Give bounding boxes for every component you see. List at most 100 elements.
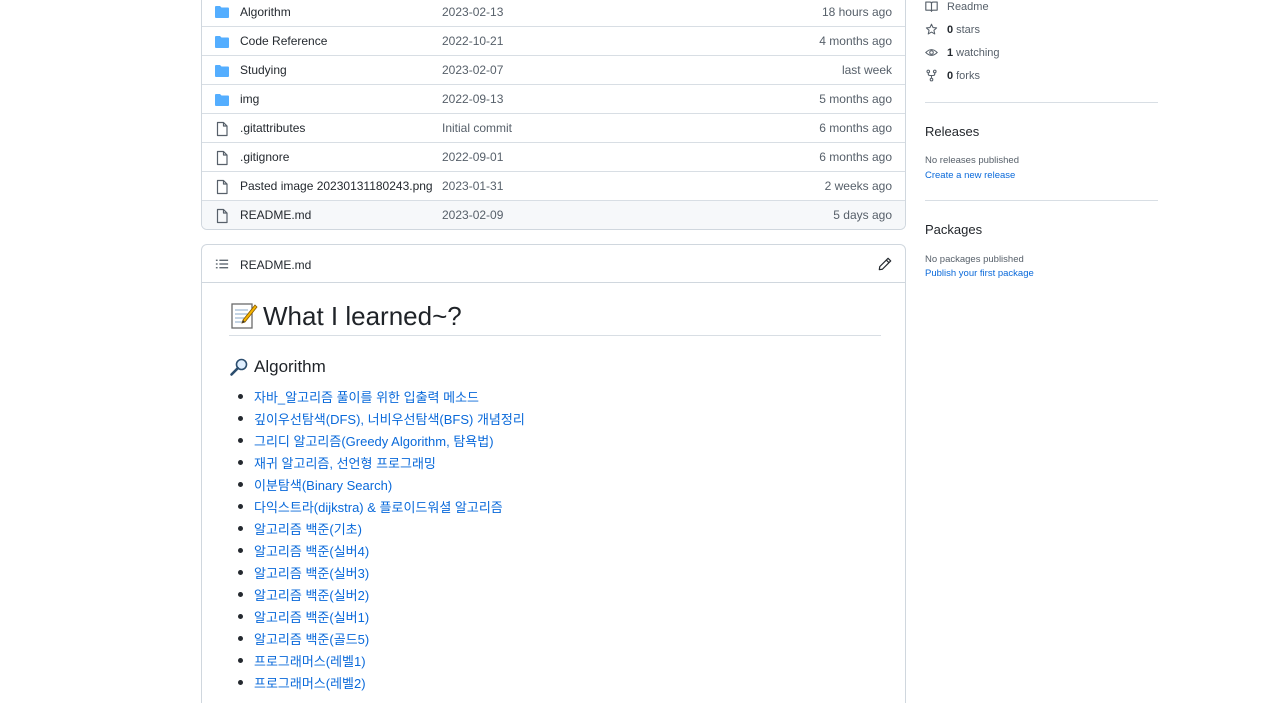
- file-row[interactable]: .gitattributes Initial commit 6 months ago: [202, 113, 905, 142]
- bullet: [238, 525, 243, 531]
- readme-link[interactable]: 알고리즘 백준(실버1): [254, 607, 369, 626]
- commit-message[interactable]: 2023-02-09: [442, 208, 503, 222]
- pencil-icon[interactable]: [878, 257, 892, 271]
- stars-link[interactable]: 0 stars: [925, 23, 980, 36]
- list-item: 알고리즘 백준(기초): [238, 517, 525, 539]
- readme-link[interactable]: 깊이우선탐색(DFS), 너비우선탐색(BFS) 개념정리: [254, 409, 525, 428]
- bullet: [238, 393, 243, 399]
- file-row[interactable]: .gitignore 2022-09-01 6 months ago: [202, 142, 905, 171]
- book-icon: [925, 1, 938, 12]
- readme-link[interactable]: 프로그래머스(레벨2): [254, 673, 366, 692]
- readme-h2-text: Algorithm: [254, 357, 326, 376]
- file-row[interactable]: Pasted image 20230131180243.png 2023-01-3…: [202, 171, 905, 200]
- commit-message[interactable]: 2022-10-21: [442, 34, 503, 48]
- file-icon: [216, 179, 228, 195]
- releases-title[interactable]: Releases: [925, 124, 979, 139]
- file-name[interactable]: .gitattributes: [240, 121, 305, 135]
- bullet: [238, 679, 243, 685]
- commit-message[interactable]: 2022-09-01: [442, 150, 503, 164]
- publish-package-link[interactable]: Publish your first package: [925, 268, 1034, 279]
- file-icon: [216, 150, 228, 166]
- forks-count: 0: [947, 69, 954, 82]
- list-item: 프로그래머스(레벨1): [238, 649, 525, 671]
- watching-link[interactable]: 1 watching: [925, 46, 1000, 59]
- file-row[interactable]: Studying 2023-02-07 last week: [202, 55, 905, 84]
- readme-link[interactable]: 알고리즘 백준(골드5): [254, 629, 369, 648]
- commit-age: last week: [841, 63, 892, 77]
- bullet: [238, 613, 243, 619]
- bullet: [238, 481, 243, 487]
- commit-age: 18 hours ago: [821, 4, 892, 19]
- readme-link-list: 자바_알고리즘 풀이를 위한 입출력 메소드깊이우선탐색(DFS), 너비우선탐…: [238, 385, 525, 693]
- memo-icon: [231, 303, 258, 329]
- readme-panel: README.md What I learned~? Algorithm 자바_…: [201, 244, 906, 703]
- commit-message[interactable]: 2023-01-31: [442, 179, 503, 193]
- list-item: 재귀 알고리즘, 선언형 프로그래밍: [238, 451, 525, 473]
- file-icon: [216, 208, 228, 224]
- bullet: [238, 459, 243, 465]
- file-name[interactable]: Pasted image 20230131180243.png: [240, 179, 433, 193]
- readme-link[interactable]: 그리디 알고리즘(Greedy Algorithm, 탐욕법): [254, 431, 494, 450]
- readme-link[interactable]: 알고리즘 백준(실버2): [254, 585, 369, 604]
- folder-icon: [215, 6, 229, 18]
- packages-title[interactable]: Packages: [925, 222, 982, 237]
- readme-link[interactable]: 다익스트라(dijkstra) & 플로이드워셜 알고리즘: [254, 497, 503, 516]
- readme-heading-1: What I learned~?: [229, 297, 881, 336]
- list-item: 알고리즘 백준(실버2): [238, 583, 525, 605]
- readme-link[interactable]: 자바_알고리즘 풀이를 위한 입출력 메소드: [254, 387, 479, 406]
- list-item: 알고리즘 백준(실버4): [238, 539, 525, 561]
- packages-note: No packages published: [925, 254, 1024, 265]
- magnifier-icon: [230, 358, 248, 376]
- commit-age: 6 months ago: [819, 121, 892, 135]
- file-name[interactable]: README.md: [240, 208, 311, 222]
- commit-message[interactable]: 2022-09-13: [442, 92, 503, 106]
- stars-count: 0: [947, 23, 954, 36]
- bullet: [238, 437, 243, 443]
- readme-link[interactable]: Readme: [925, 0, 989, 13]
- commit-message[interactable]: 2023-02-07: [442, 63, 503, 77]
- readme-link[interactable]: 알고리즘 백준(실버4): [254, 541, 369, 560]
- bullet: [238, 547, 243, 553]
- forks-link[interactable]: 0 forks: [925, 69, 980, 82]
- readme-link[interactable]: 재귀 알고리즘, 선언형 프로그래밍: [254, 453, 436, 472]
- watching-label: watching: [956, 46, 1000, 59]
- bullet: [238, 503, 243, 509]
- file-icon: [216, 121, 228, 137]
- file-row[interactable]: img 2022-09-13 5 months ago: [202, 84, 905, 113]
- folder-icon: [215, 36, 229, 48]
- list-item: 알고리즘 백준(실버3): [238, 561, 525, 583]
- file-row[interactable]: Algorithm 2023-02-13 18 hours ago: [202, 0, 905, 26]
- file-name[interactable]: .gitignore: [240, 150, 289, 164]
- list-item: 깊이우선탐색(DFS), 너비우선탐색(BFS) 개념정리: [238, 407, 525, 429]
- bullet: [238, 569, 243, 575]
- readme-link[interactable]: 이분탐색(Binary Search): [254, 475, 392, 494]
- readme-link[interactable]: 프로그래머스(레벨1): [254, 651, 366, 670]
- file-row[interactable]: Code Reference 2022-10-21 4 months ago: [202, 26, 905, 55]
- commit-message[interactable]: 2023-02-13: [442, 5, 503, 19]
- commit-age: 5 days ago: [833, 208, 892, 222]
- bullet: [238, 415, 243, 421]
- file-name[interactable]: img: [240, 92, 259, 106]
- list-item: 프로그래머스(레벨2): [238, 671, 525, 693]
- readme-h1-text: What I learned~?: [263, 300, 462, 331]
- list-item: 자바_알고리즘 풀이를 위한 입출력 메소드: [238, 385, 525, 407]
- file-name[interactable]: Algorithm: [240, 5, 291, 19]
- file-name[interactable]: Code Reference: [240, 34, 327, 48]
- bullet: [238, 635, 243, 641]
- readme-link[interactable]: 알고리즘 백준(기초): [254, 519, 362, 538]
- file-row[interactable]: README.md 2023-02-09 5 days ago: [202, 200, 905, 229]
- file-list: Algorithm 2023-02-13 18 hours ago Code Refe…: [201, 0, 906, 230]
- commit-age: 4 months ago: [819, 34, 892, 48]
- create-release-link[interactable]: Create a new release: [925, 170, 1015, 181]
- list-icon[interactable]: [215, 257, 229, 271]
- list-item: 알고리즘 백준(골드5): [238, 627, 525, 649]
- releases-note: No releases published: [925, 155, 1020, 166]
- commit-message[interactable]: Initial commit: [442, 121, 512, 135]
- file-name[interactable]: Studying: [240, 63, 287, 77]
- readme-header-title[interactable]: README.md: [240, 258, 311, 272]
- sidebar-divider: [925, 102, 1158, 103]
- readme-link[interactable]: 알고리즘 백준(실버3): [254, 563, 369, 582]
- eye-icon: [925, 49, 938, 56]
- readme-heading-2: Algorithm: [229, 357, 326, 377]
- forks-label: forks: [956, 69, 980, 82]
